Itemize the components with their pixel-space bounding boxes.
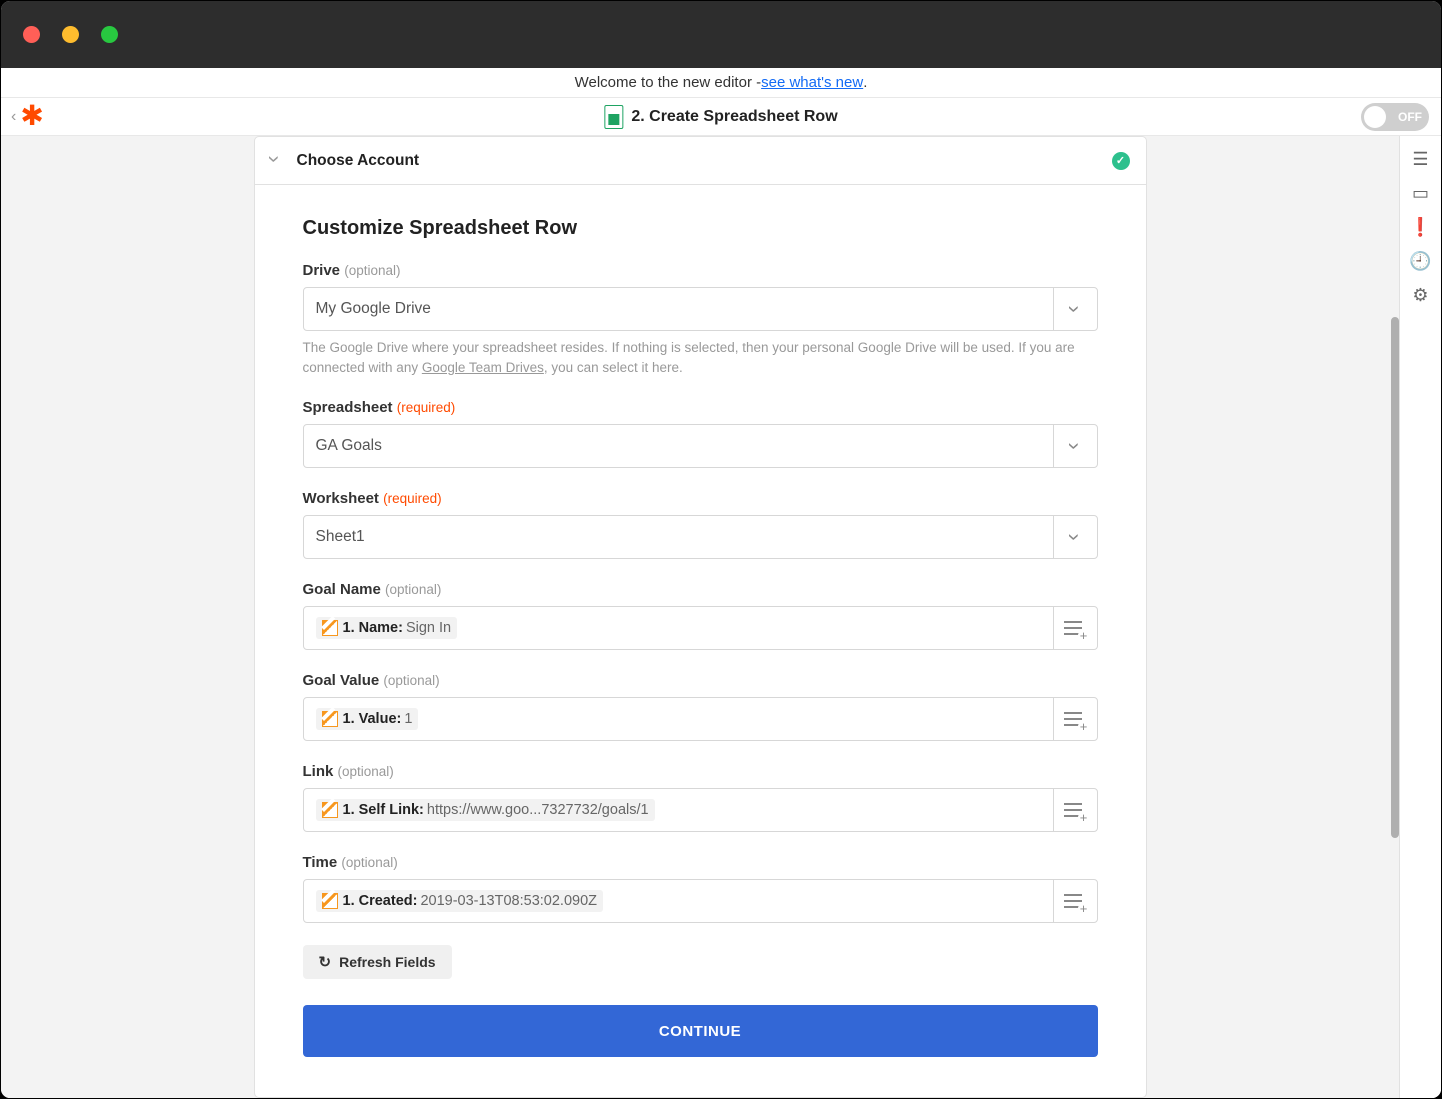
maximize-window-button[interactable] — [101, 26, 118, 43]
insert-field-icon — [1064, 892, 1086, 910]
rail-outline-icon[interactable]: ☰ — [1406, 144, 1436, 174]
choose-account-section[interactable]: Choose Account — [255, 137, 1146, 185]
goalvalue-label: Goal Value (optional) — [303, 672, 1098, 689]
worksheet-label: Worksheet (required) — [303, 490, 1098, 507]
refresh-label: Refresh Fields — [339, 954, 435, 970]
page-title: 2. Create Spreadsheet Row — [631, 108, 837, 126]
goalname-value: 1. Name: Sign In — [304, 607, 1053, 649]
drive-helper: The Google Drive where your spreadsheet … — [303, 338, 1098, 377]
welcome-prefix: Welcome to the new editor - — [575, 74, 761, 91]
goalname-token[interactable]: 1. Name: Sign In — [316, 617, 458, 639]
goalname-input[interactable]: 1. Name: Sign In — [303, 606, 1098, 650]
welcome-suffix: . — [863, 74, 867, 91]
drive-dropdown-button[interactable] — [1053, 288, 1097, 330]
goalvalue-field: Goal Value (optional) 1. Value: 1 — [303, 672, 1098, 741]
insert-field-icon — [1064, 710, 1086, 728]
insert-field-icon — [1064, 801, 1086, 819]
minimize-window-button[interactable] — [62, 26, 79, 43]
spreadsheet-label: Spreadsheet (required) — [303, 399, 1098, 416]
toggle-label: OFF — [1398, 110, 1422, 124]
spreadsheet-select[interactable]: GA Goals — [303, 424, 1098, 468]
link-insert-button[interactable] — [1053, 789, 1097, 831]
chevron-down-icon — [1071, 296, 1078, 322]
link-field: Link (optional) 1. Self Link: https://ww… — [303, 763, 1098, 832]
back-caret-icon[interactable]: ‹ — [11, 108, 16, 126]
worksheet-field: Worksheet (required) Sheet1 — [303, 490, 1098, 559]
traffic-lights — [23, 26, 118, 43]
google-analytics-icon — [322, 711, 338, 727]
rail-history-icon[interactable]: 🕘 — [1406, 246, 1436, 276]
right-rail: ☰ ▭ ❗ 🕘 ⚙ — [1399, 136, 1441, 1098]
time-insert-button[interactable] — [1053, 880, 1097, 922]
goalname-field: Goal Name (optional) 1. Name: Sign In — [303, 581, 1098, 650]
google-analytics-icon — [322, 802, 338, 818]
refresh-icon — [319, 953, 332, 971]
drive-field: Drive (optional) My Google Drive The Goo… — [303, 262, 1098, 377]
rail-guide-icon[interactable]: ▭ — [1406, 178, 1436, 208]
step-card: Choose Account Customize Spreadsheet Row… — [254, 136, 1147, 1098]
welcome-banner: Welcome to the new editor - see what's n… — [1, 68, 1441, 98]
goalvalue-token[interactable]: 1. Value: 1 — [316, 708, 419, 730]
toggle-knob — [1364, 106, 1386, 128]
drive-label: Drive (optional) — [303, 262, 1098, 279]
app-window: Welcome to the new editor - see what's n… — [0, 0, 1442, 1099]
editor-canvas: Choose Account Customize Spreadsheet Row… — [1, 136, 1399, 1098]
zap-toggle[interactable]: OFF — [1361, 103, 1429, 131]
spreadsheet-field: Spreadsheet (required) GA Goals — [303, 399, 1098, 468]
link-label: Link (optional) — [303, 763, 1098, 780]
time-input[interactable]: 1. Created: 2019-03-13T08:53:02.090Z — [303, 879, 1098, 923]
choose-account-title: Choose Account — [297, 152, 420, 170]
titlebar — [1, 1, 1441, 68]
page-header: ‹ 2. Create Spreadsheet Row OFF — [1, 98, 1441, 136]
rail-settings-icon[interactable]: ⚙ — [1406, 280, 1436, 310]
link-value: 1. Self Link: https://www.goo...7327732/… — [304, 789, 1053, 831]
worksheet-value: Sheet1 — [304, 516, 1053, 558]
time-label: Time (optional) — [303, 854, 1098, 871]
customize-section: Customize Spreadsheet Row Drive (optiona… — [255, 185, 1146, 1085]
spreadsheet-value: GA Goals — [304, 425, 1053, 467]
team-drives-link[interactable]: Google Team Drives — [422, 360, 544, 375]
google-analytics-icon — [322, 893, 338, 909]
time-value: 1. Created: 2019-03-13T08:53:02.090Z — [304, 880, 1053, 922]
drive-value: My Google Drive — [304, 288, 1053, 330]
goalname-insert-button[interactable] — [1053, 607, 1097, 649]
welcome-link[interactable]: see what's new — [761, 74, 863, 91]
refresh-fields-button[interactable]: Refresh Fields — [303, 945, 452, 979]
scrollbar-thumb[interactable] — [1391, 317, 1399, 838]
section-heading: Customize Spreadsheet Row — [303, 217, 1098, 240]
chevron-down-icon — [271, 154, 285, 168]
google-sheets-icon — [604, 105, 623, 129]
link-token[interactable]: 1. Self Link: https://www.goo...7327732/… — [316, 799, 655, 821]
worksheet-dropdown-button[interactable] — [1053, 516, 1097, 558]
drive-select[interactable]: My Google Drive — [303, 287, 1098, 331]
link-input[interactable]: 1. Self Link: https://www.goo...7327732/… — [303, 788, 1098, 832]
spreadsheet-dropdown-button[interactable] — [1053, 425, 1097, 467]
time-field: Time (optional) 1. Created: 2019-03-13T0… — [303, 854, 1098, 923]
zapier-logo-icon[interactable] — [18, 104, 44, 130]
goalvalue-value: 1. Value: 1 — [304, 698, 1053, 740]
rail-alert-icon[interactable]: ❗ — [1406, 212, 1436, 242]
goalname-label: Goal Name (optional) — [303, 581, 1098, 598]
insert-field-icon — [1064, 619, 1086, 637]
goalvalue-input[interactable]: 1. Value: 1 — [303, 697, 1098, 741]
check-complete-icon — [1112, 152, 1130, 170]
chevron-down-icon — [1071, 433, 1078, 459]
google-analytics-icon — [322, 620, 338, 636]
chevron-down-icon — [1071, 524, 1078, 550]
worksheet-select[interactable]: Sheet1 — [303, 515, 1098, 559]
header-title-group: 2. Create Spreadsheet Row — [604, 105, 837, 129]
close-window-button[interactable] — [23, 26, 40, 43]
time-token[interactable]: 1. Created: 2019-03-13T08:53:02.090Z — [316, 890, 604, 912]
continue-button[interactable]: CONTINUE — [303, 1005, 1098, 1057]
page-body: Choose Account Customize Spreadsheet Row… — [1, 136, 1441, 1098]
goalvalue-insert-button[interactable] — [1053, 698, 1097, 740]
